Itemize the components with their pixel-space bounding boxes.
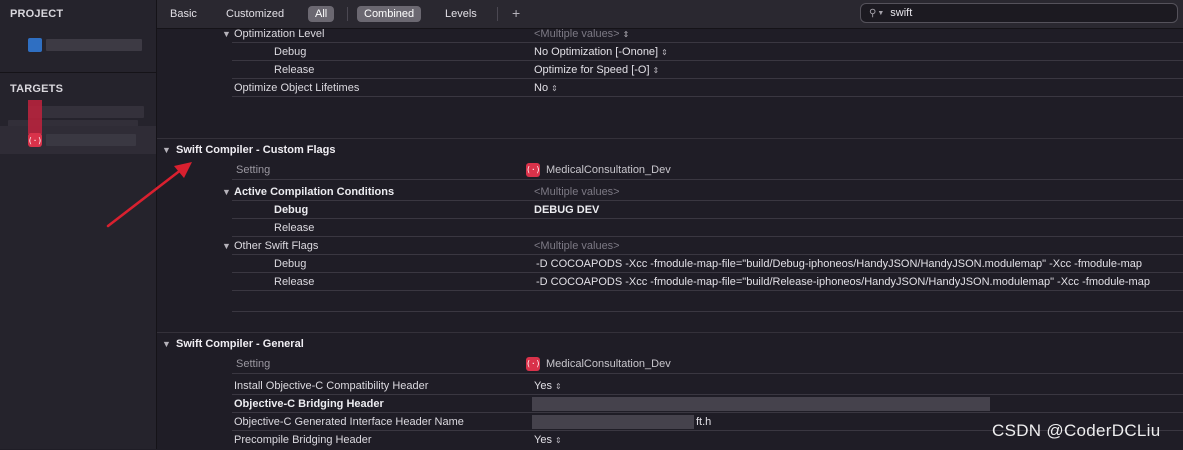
target-app-icon: (·) [526,163,540,178]
row-separator [232,218,1183,219]
project-icon [28,38,42,52]
search-field[interactable]: ⚲ ▼ swift [860,3,1178,23]
target-name-redacted [46,134,136,146]
row-separator [232,290,1183,291]
row-separator [232,311,1183,312]
setting-column-header: Setting [236,164,271,176]
precompile-bridging-value[interactable]: Yes ⇕ [534,431,562,449]
target-column-header[interactable]: (·) MedicalConsultation_Dev [526,355,671,373]
chevron-down-icon[interactable]: ▼ [222,237,231,255]
target-icon-redacted [28,100,42,134]
updown-stepper-icon[interactable]: ⇕ [551,84,558,93]
customized-filter-button[interactable]: Customized [219,6,291,22]
osf-debug-label: Debug [274,258,307,270]
updown-stepper-icon[interactable]: ⇕ [555,382,562,391]
setting-column-header: Setting [236,358,271,370]
project-name-redacted [46,39,142,51]
generated-header-value-suffix[interactable]: ft.h [696,413,711,431]
watermark: CSDN @CoderDCLiu [992,421,1161,440]
sidebar-item-target-dev[interactable]: (·) [28,131,136,149]
section-separator [157,138,1183,139]
optimization-level-value[interactable]: <Multiple values> ⇕ [534,25,629,43]
optimization-level-label: Optimization Level [234,28,325,40]
search-icon: ⚲ [869,7,877,19]
basic-filter-button[interactable]: Basic [163,6,204,22]
project-header: PROJECT [10,8,64,20]
objc-bridging-header-label: Objective-C Bridging Header [234,398,384,410]
section-separator [157,332,1183,333]
generated-header-value-redacted [532,415,694,429]
precompile-bridging-label: Precompile Bridging Header [234,434,372,446]
combined-view-button[interactable]: Combined [357,6,422,22]
active-compilation-conditions-value[interactable]: <Multiple values> [534,183,620,201]
osf-debug-value[interactable]: -D COCOAPODS -Xcc -fmodule-map-file="bui… [536,255,1183,273]
optimization-release-value[interactable]: Optimize for Speed [-O] ⇕ [534,61,659,79]
bridging-header-value-redacted[interactable] [532,397,990,411]
optimization-debug-value[interactable]: No Optimization [-Onone] ⇕ [534,43,668,61]
row-separator [232,78,1183,79]
other-swift-flags-label: Other Swift Flags [234,240,319,252]
row-separator [232,373,1183,374]
chevron-down-icon: ▼ [877,9,885,17]
row-separator [232,200,1183,201]
chevron-down-icon[interactable]: ▼ [162,335,171,353]
optimization-debug-label: Debug [274,46,307,58]
acc-release-label: Release [274,222,315,234]
chevron-down-icon[interactable]: ▼ [222,183,231,201]
arrow-head [174,162,192,178]
acc-debug-value[interactable]: DEBUG DEV [534,201,599,219]
add-setting-button[interactable]: + [512,5,520,21]
optimize-lifetimes-value[interactable]: No ⇕ [534,79,558,97]
acc-debug-label: Debug [274,204,309,216]
sidebar-divider [0,72,156,73]
osf-release-label: Release [274,276,315,288]
general-section-title[interactable]: Swift Compiler - General [176,335,304,353]
toolbar-separator [497,7,498,21]
target-app-icon: (·) [28,133,42,147]
chevron-down-icon[interactable]: ▼ [222,25,231,43]
row-separator [232,236,1183,237]
target-column-header[interactable]: (·) MedicalConsultation_Dev [526,161,671,179]
updown-stepper-icon[interactable]: ⇕ [653,66,660,75]
toolbar-separator [347,7,348,21]
active-compilation-conditions-label: Active Compilation Conditions [234,186,395,198]
install-objc-header-value[interactable]: Yes ⇕ [534,377,562,395]
updown-stepper-icon[interactable]: ⇕ [661,48,668,57]
all-filter-button[interactable]: All [308,6,335,22]
optimization-release-label: Release [274,64,315,76]
other-swift-flags-value[interactable]: <Multiple values> [534,237,620,255]
install-objc-header-label: Install Objective-C Compatibility Header [234,380,429,392]
targets-header: TARGETS [10,83,64,95]
arrow-shaft [106,164,188,228]
target-app-icon: (·) [526,357,540,372]
search-input[interactable]: swift [890,7,912,19]
sidebar-item-project[interactable] [28,36,142,54]
row-separator [232,42,1183,43]
objc-generated-header-label: Objective-C Generated Interface Header N… [234,416,464,428]
updown-stepper-icon[interactable]: ⇕ [623,30,630,39]
osf-release-value[interactable]: -D COCOAPODS -Xcc -fmodule-map-file="bui… [536,273,1183,291]
annotation-arrow-icon [106,162,192,228]
levels-view-button[interactable]: Levels [438,6,484,22]
optimize-lifetimes-label: Optimize Object Lifetimes [234,82,360,94]
row-separator [232,60,1183,61]
row-separator [232,96,1183,97]
row-separator [232,179,1183,180]
updown-stepper-icon[interactable]: ⇕ [555,436,562,445]
